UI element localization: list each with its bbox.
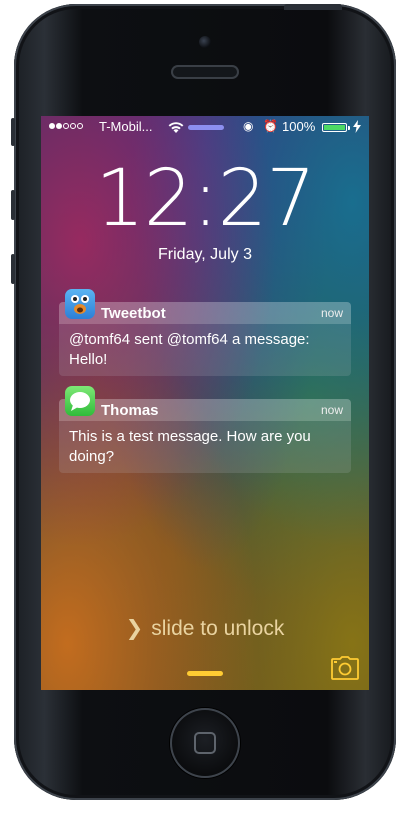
chevron-right-icon: ❯ [125, 617, 144, 640]
slide-to-unlock-label: slide to unlock [151, 617, 285, 640]
notification-time: now [320, 403, 343, 417]
front-camera [199, 36, 211, 48]
notification-header: Tweetbot now [59, 289, 351, 324]
mute-switch[interactable] [11, 118, 15, 146]
volume-down-button[interactable] [11, 254, 15, 284]
lock-date: Friday, July 3 [158, 246, 252, 263]
battery-percentage: 100% [282, 119, 316, 134]
rotation-lock-icon: ◉ [243, 119, 254, 133]
earpiece-speaker [171, 65, 239, 79]
sleep-wake-button[interactable] [284, 4, 342, 10]
notification-tweetbot[interactable]: Tweetbot now @tomf64 sent @tomf64 a mess… [59, 289, 351, 376]
notification-message: This is a test message. How are you doin… [59, 421, 351, 473]
battery-tip [348, 126, 350, 130]
home-square-icon [194, 732, 216, 754]
camera-icon[interactable] [331, 656, 359, 680]
charging-bolt-icon [353, 120, 361, 133]
battery-icon [322, 123, 347, 132]
loading-bar [188, 125, 224, 130]
slide-to-unlock[interactable]: ❯ slide to unlock [41, 616, 369, 641]
lock-screen: T-Mobil... ◉ ⏰ 100% 12:27 Friday, July 3 [41, 116, 369, 690]
home-button[interactable] [170, 708, 240, 778]
tweetbot-app-icon [65, 289, 95, 319]
notification-header: Thomas now [59, 386, 351, 421]
alarm-icon: ⏰ [263, 119, 278, 133]
notification-messages[interactable]: Thomas now This is a test message. How a… [59, 386, 351, 473]
carrier-name: T-Mobil... [99, 119, 153, 134]
notification-app-name: Thomas [101, 402, 159, 419]
control-center-grabber[interactable] [187, 671, 223, 676]
signal-strength-icon [49, 123, 83, 129]
lock-clock: 12:27 [95, 154, 316, 244]
status-bar: T-Mobil... ◉ ⏰ 100% [41, 116, 369, 138]
notification-message: @tomf64 sent @tomf64 a message: Hello! [59, 324, 351, 376]
messages-app-icon [65, 386, 95, 416]
volume-up-button[interactable] [11, 190, 15, 220]
notification-app-name: Tweetbot [101, 305, 166, 322]
notification-time: now [320, 306, 343, 320]
wifi-icon [168, 122, 184, 133]
